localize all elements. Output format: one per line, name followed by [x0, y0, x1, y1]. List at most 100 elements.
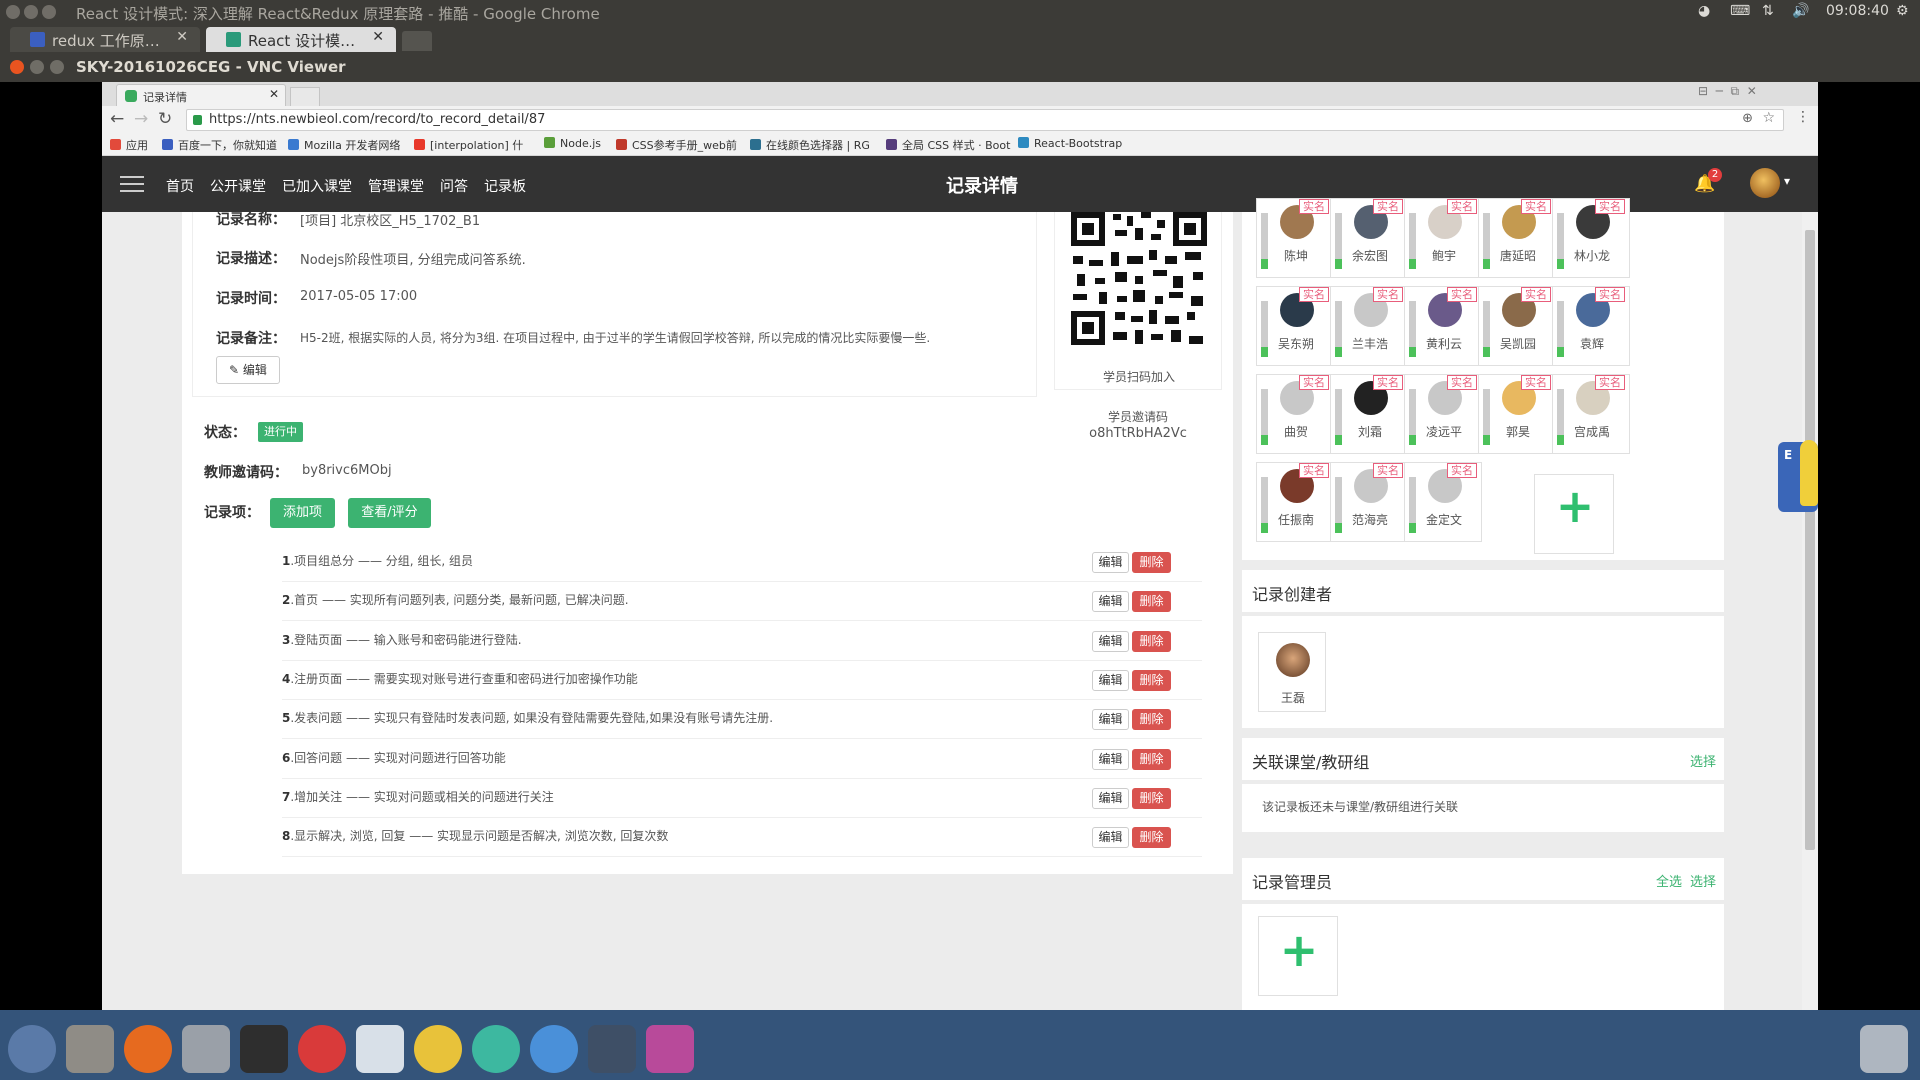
network-icon[interactable]: ⇅: [1762, 3, 1774, 19]
member-card[interactable]: 实名 余宏图: [1330, 198, 1408, 278]
new-tab-button[interactable]: [402, 31, 432, 51]
nav-qa[interactable]: 问答: [440, 176, 468, 196]
bookmark-react-bootstrap[interactable]: React-Bootstrap: [1018, 137, 1122, 150]
member-card[interactable]: 实名 黄利云: [1404, 286, 1482, 366]
admins-select-link[interactable]: 选择: [1690, 871, 1716, 890]
add-member-button[interactable]: +: [1534, 474, 1614, 554]
settings-icon[interactable]: [182, 1025, 230, 1073]
nav-open-classes[interactable]: 公开课堂: [210, 176, 266, 196]
member-card[interactable]: 实名 陈坤: [1256, 198, 1334, 278]
scrollbar-thumb[interactable]: [1805, 230, 1815, 850]
bookmark-bootstrap-css[interactable]: 全局 CSS 样式 · Boot: [886, 137, 1010, 153]
creator-card[interactable]: 王磊: [1258, 632, 1326, 712]
outer-tab-react[interactable]: React 设计模式: 深 ✕: [206, 27, 396, 52]
member-card[interactable]: 实名 唐延昭: [1478, 198, 1556, 278]
bookmark-baidu[interactable]: 百度一下，你就知道: [162, 137, 277, 153]
nav-home[interactable]: 首页: [166, 176, 194, 196]
scrollbar-track[interactable]: [1802, 212, 1818, 1010]
files-icon[interactable]: [66, 1025, 114, 1073]
edit-item-button[interactable]: 编辑: [1092, 748, 1129, 770]
back-arrow-icon[interactable]: ←: [110, 109, 124, 129]
url-input[interactable]: https://nts.newbieol.com/record/to_recor…: [186, 109, 1784, 131]
reload-icon[interactable]: ↻: [158, 109, 172, 129]
edit-item-button[interactable]: 编辑: [1092, 827, 1129, 849]
volume-icon[interactable]: 🔊: [1792, 3, 1809, 19]
member-card[interactable]: 实名 吴东朔: [1256, 286, 1334, 366]
remote-tab-record-detail[interactable]: 记录详情 ✕: [116, 84, 286, 106]
member-card[interactable]: 实名 吴凯园: [1478, 286, 1556, 366]
window-maximize-button[interactable]: [42, 5, 56, 19]
edit-item-button[interactable]: 编辑: [1092, 669, 1129, 691]
remote-window-controls[interactable]: ⊟ ─ ⧉ ✕: [1698, 84, 1808, 98]
gear-icon[interactable]: ⚙: [1896, 3, 1909, 19]
nav-joined-classes[interactable]: 已加入课堂: [282, 176, 352, 196]
atom-icon[interactable]: [472, 1025, 520, 1073]
view-rate-button[interactable]: 查看/评分: [348, 498, 431, 528]
bookmark-css-manual[interactable]: CSS参考手册_web前: [616, 137, 737, 153]
netease-music-icon[interactable]: [298, 1025, 346, 1073]
member-card[interactable]: 实名 凌远平: [1404, 374, 1482, 454]
window-close-button[interactable]: [6, 5, 20, 19]
member-card[interactable]: 实名 任振南: [1256, 462, 1334, 542]
edit-item-button[interactable]: 编辑: [1092, 591, 1129, 613]
member-card[interactable]: 实名 鲍宇: [1404, 198, 1482, 278]
edit-item-button[interactable]: 编辑: [1092, 552, 1129, 573]
trash-icon[interactable]: [1860, 1025, 1908, 1073]
forward-arrow-icon[interactable]: →: [134, 109, 148, 129]
user-avatar[interactable]: [1750, 168, 1780, 198]
keyboard-icon[interactable]: ⌨: [1730, 3, 1750, 19]
chrome-tray-icon[interactable]: ◕: [1698, 3, 1710, 19]
clock[interactable]: 09:08:40: [1826, 3, 1889, 19]
delete-item-button[interactable]: 删除: [1132, 787, 1171, 809]
dash-icon[interactable]: [8, 1025, 56, 1073]
window-minimize-button[interactable]: [24, 5, 38, 19]
bookmark-interpolation[interactable]: [interpolation] 什: [414, 137, 523, 153]
edit-record-button[interactable]: ✎ 编辑: [216, 356, 280, 384]
bookmark-color-picker[interactable]: 在线颜色选择器 | RG: [750, 137, 870, 153]
nav-manage-classes[interactable]: 管理课堂: [368, 176, 424, 196]
bookmark-mdn[interactable]: Mozilla 开发者网络: [288, 137, 400, 153]
star-icon[interactable]: ☆: [1762, 110, 1775, 126]
member-card[interactable]: 实名 范海亮: [1330, 462, 1408, 542]
edit-item-button[interactable]: 编辑: [1092, 630, 1129, 652]
bookmark-apps[interactable]: 应用: [110, 137, 148, 153]
delete-item-button[interactable]: 删除: [1132, 630, 1171, 652]
close-icon[interactable]: ✕: [176, 29, 188, 45]
related-select-link[interactable]: 选择: [1690, 751, 1716, 770]
member-card[interactable]: 实名 宫成禹: [1552, 374, 1630, 454]
member-card[interactable]: 实名 兰丰浩: [1330, 286, 1408, 366]
bookmark-nodejs[interactable]: Node.js: [544, 137, 601, 150]
nav-record-board[interactable]: 记录板: [484, 176, 526, 196]
add-item-button[interactable]: 添加项: [270, 498, 335, 528]
close-icon[interactable]: ✕: [269, 87, 279, 101]
member-card[interactable]: 实名 金定文: [1404, 462, 1482, 542]
menu-icon[interactable]: ⋮: [1796, 109, 1810, 125]
chrome-icon[interactable]: [414, 1025, 462, 1073]
delete-item-button[interactable]: 删除: [1132, 709, 1171, 731]
outer-tab-redux[interactable]: redux 工作原理_百 ✕: [10, 27, 200, 52]
workspace-icon[interactable]: [588, 1025, 636, 1073]
vnc-minimize-button[interactable]: [30, 60, 44, 74]
delete-item-button[interactable]: 删除: [1132, 748, 1171, 770]
delete-item-button[interactable]: 删除: [1132, 591, 1171, 613]
edit-item-button[interactable]: 编辑: [1092, 787, 1129, 809]
delete-item-button[interactable]: 删除: [1132, 669, 1171, 691]
member-card[interactable]: 实名 曲贺: [1256, 374, 1334, 454]
chrome-active-icon[interactable]: [530, 1025, 578, 1073]
add-admin-button[interactable]: +: [1258, 916, 1338, 996]
delete-item-button[interactable]: 删除: [1132, 552, 1171, 573]
member-card[interactable]: 实名 郭昊: [1478, 374, 1556, 454]
admins-select-all-link[interactable]: 全选: [1656, 871, 1682, 890]
member-card[interactable]: 实名 袁辉: [1552, 286, 1630, 366]
vnc-close-button[interactable]: [10, 60, 24, 74]
member-card[interactable]: 实名 刘霜: [1330, 374, 1408, 454]
vnc-icon[interactable]: [356, 1025, 404, 1073]
hamburger-menu-icon[interactable]: [120, 174, 144, 194]
vnc-maximize-button[interactable]: [50, 60, 64, 74]
terminal-icon[interactable]: [240, 1025, 288, 1073]
zoom-icon[interactable]: ⊕: [1742, 111, 1753, 126]
firefox-icon[interactable]: [124, 1025, 172, 1073]
new-tab-button[interactable]: [290, 87, 320, 106]
member-card[interactable]: 实名 林小龙: [1552, 198, 1630, 278]
close-icon[interactable]: ✕: [372, 29, 384, 45]
